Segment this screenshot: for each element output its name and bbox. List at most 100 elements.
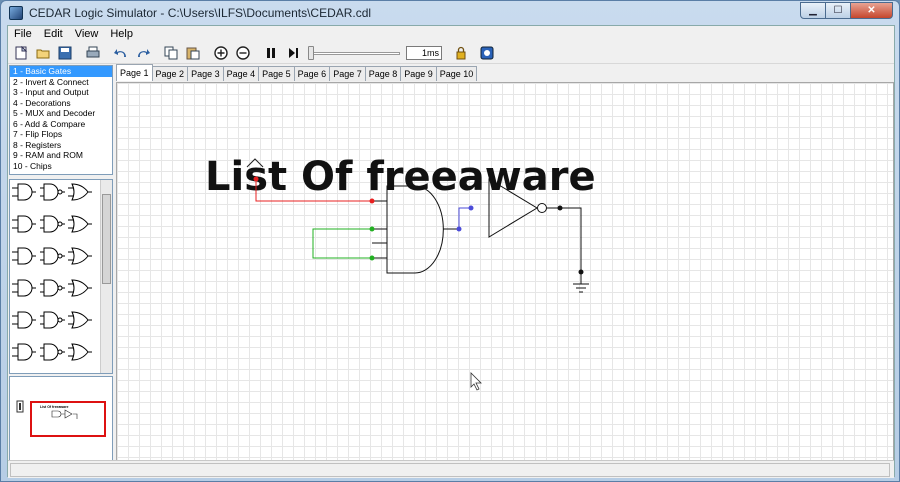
status-bar [8, 460, 894, 478]
redo-button[interactable] [134, 44, 152, 62]
close-icon: ✕ [867, 5, 876, 16]
undo-button[interactable] [112, 44, 130, 62]
wire-blue[interactable] [443, 207, 471, 230]
category-item[interactable]: 7 - Flip Flops [10, 129, 112, 140]
close-button[interactable]: ✕ [850, 2, 893, 19]
canvas-label[interactable]: List Of freeaware [205, 154, 596, 200]
junction-green-1 [369, 226, 375, 232]
tab-page-1[interactable]: Page 1 [116, 64, 153, 81]
junction-ground [578, 269, 584, 275]
lock-button[interactable] [452, 44, 470, 62]
step-button[interactable] [284, 44, 302, 62]
tab-page-9[interactable]: Page 9 [400, 66, 437, 81]
tab-page-8[interactable]: Page 8 [364, 66, 402, 81]
wire-green[interactable] [312, 228, 372, 259]
preview-viewport[interactable]: List Of freeaware [30, 401, 106, 437]
category-item[interactable]: 2 - Invert & Connect [10, 77, 112, 88]
paste-button[interactable] [184, 44, 202, 62]
maximize-button[interactable]: ☐ [825, 2, 851, 19]
junction-blue-2 [468, 205, 474, 211]
undo-icon [114, 48, 126, 57]
preview-toggle-icon[interactable] [16, 399, 26, 415]
category-item[interactable]: 3 - Input and Output [10, 87, 112, 98]
open-button[interactable] [34, 44, 52, 62]
or-gate-icon[interactable] [71, 183, 89, 201]
toolbar: 1ms [8, 42, 894, 64]
redo-icon [138, 48, 150, 57]
category-item[interactable]: 8 - Registers [10, 140, 112, 151]
menu-bar: File Edit View Help [8, 26, 894, 42]
minimize-icon: ▁ [809, 5, 817, 16]
gate-palette[interactable] [9, 179, 113, 374]
save-button[interactable] [56, 44, 74, 62]
slider-thumb[interactable] [308, 45, 314, 60]
main-area: Page 1 Page 2 Page 3 Page 4 Page 5 Page 6 Page… [116, 64, 894, 462]
category-item[interactable]: 9 - RAM and ROM [10, 150, 112, 161]
client-area: File Edit View Help 1ms 1 - Basic Gates … [7, 25, 895, 478]
category-item[interactable]: 4 - Decorations [10, 98, 112, 109]
junction-output [557, 205, 563, 211]
output-wire[interactable] [547, 207, 582, 272]
print-icon [86, 46, 100, 57]
app-window: CEDAR Logic Simulator - C:\Users\ILFS\Do… [0, 0, 900, 482]
tab-page-7[interactable]: Page 7 [329, 66, 366, 81]
category-item[interactable]: 1 - Basic Gates [10, 66, 112, 77]
tab-page-4[interactable]: Page 4 [222, 66, 260, 81]
tab-page-3[interactable]: Page 3 [187, 66, 224, 81]
speed-field[interactable]: 1ms [406, 45, 442, 60]
new-button[interactable] [12, 44, 30, 62]
tab-page-5[interactable]: Page 5 [258, 66, 295, 81]
slider-track [308, 51, 400, 55]
pause-button[interactable] [262, 44, 280, 62]
category-item[interactable]: 10 - Chips [10, 161, 112, 172]
copy-button[interactable] [162, 44, 180, 62]
and-gate-icon[interactable] [17, 183, 33, 201]
circuit-drawing: List Of freeaware [205, 154, 596, 391]
scrollbar-thumb[interactable] [102, 194, 111, 284]
print-button[interactable] [84, 44, 102, 62]
left-panel: 1 - Basic Gates 2 - Invert & Connect 3 - I… [8, 64, 114, 462]
tab-page-10[interactable]: Page 10 [435, 66, 478, 81]
junction-red-start [253, 176, 259, 182]
pause-icon [267, 47, 275, 58]
tab-page-2[interactable]: Page 2 [151, 66, 189, 81]
mouse-cursor-icon [470, 372, 482, 391]
gate-palette-icons [11, 183, 93, 361]
open-icon [36, 49, 50, 58]
lock-icon [456, 46, 466, 59]
status-field [10, 463, 890, 477]
gate-palette-scrollbar[interactable] [100, 180, 112, 373]
nand-gate-icon[interactable] [43, 183, 59, 201]
maximize-icon: ☐ [833, 5, 843, 16]
inverter-bubble [537, 203, 547, 213]
preview-circuit [51, 409, 78, 419]
new-icon [15, 45, 28, 59]
menu-help[interactable]: Help [104, 28, 139, 40]
minimize-button[interactable]: ▁ [800, 2, 826, 19]
junction-red [369, 198, 375, 204]
title-bar[interactable]: CEDAR Logic Simulator - C:\Users\ILFS\Do… [1, 1, 899, 25]
simulation-speed-slider[interactable] [308, 45, 400, 60]
menu-file[interactable]: File [8, 28, 38, 40]
zoom-in-button[interactable] [212, 44, 230, 62]
tab-page-6[interactable]: Page 6 [293, 66, 331, 81]
save-icon [58, 46, 72, 59]
paste-icon [186, 47, 200, 59]
help-button[interactable] [478, 44, 496, 62]
copy-icon [164, 46, 178, 59]
circuit-canvas[interactable]: List Of freeaware [116, 82, 894, 462]
ground-icon[interactable] [573, 272, 589, 293]
menu-view[interactable]: View [69, 28, 105, 40]
page-tabs: Page 1 Page 2 Page 3 Page 4 Page 5 Page 6 Page… [116, 64, 478, 82]
category-item[interactable]: 6 - Add & Compare [10, 119, 112, 130]
menu-edit[interactable]: Edit [38, 28, 69, 40]
category-item[interactable]: 5 - MUX and Decoder [10, 108, 112, 119]
category-list[interactable]: 1 - Basic Gates 2 - Invert & Connect 3 - I… [9, 65, 113, 175]
zoom-in-icon [214, 45, 228, 60]
zoom-out-icon [236, 45, 250, 60]
junction-green-2 [369, 255, 375, 261]
preview-panel: List Of freeaware [9, 376, 113, 462]
window-controls: ▁ ☐ ✕ [800, 2, 893, 19]
window-title: CEDAR Logic Simulator - C:\Users\ILFS\Do… [29, 6, 372, 20]
zoom-out-button[interactable] [234, 44, 252, 62]
